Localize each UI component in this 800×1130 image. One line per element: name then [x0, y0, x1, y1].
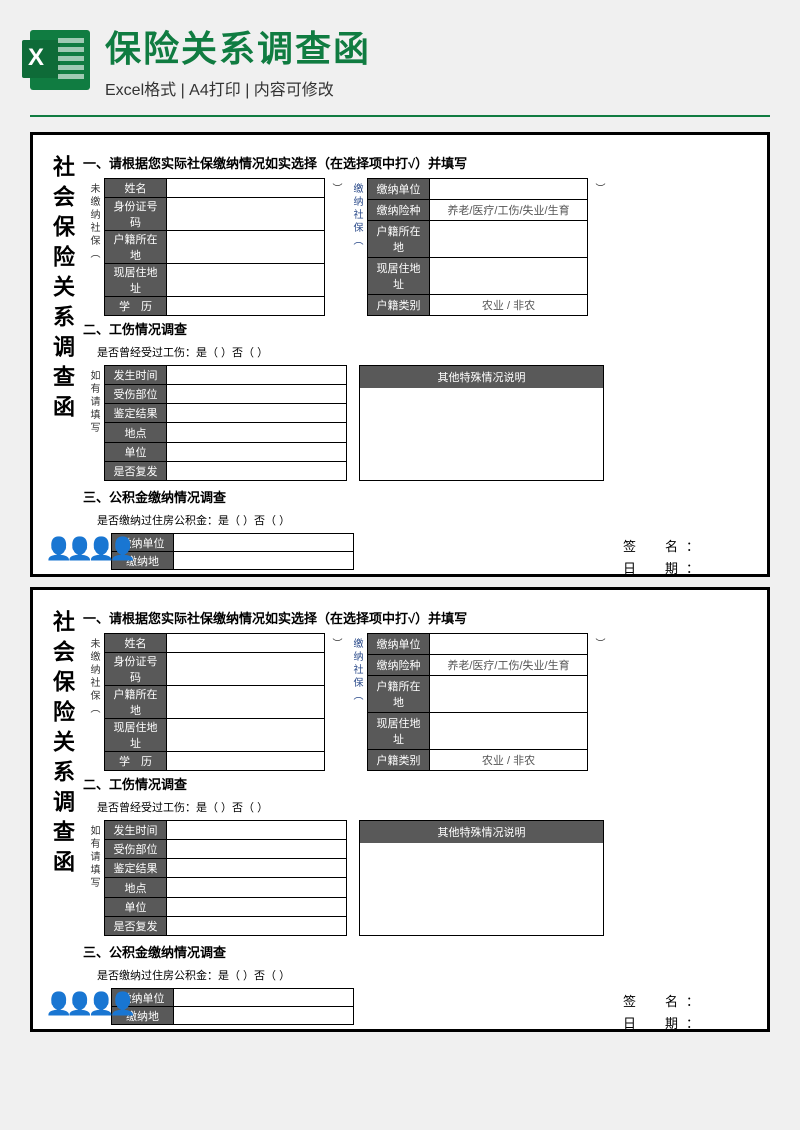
label-id: 身份证号码	[105, 198, 167, 231]
side-title: 社会保险关系调查函	[48, 605, 83, 1014]
input-addr[interactable]	[167, 264, 325, 297]
input-addr2[interactable]	[430, 258, 588, 295]
section3-question: 是否缴纳过住房公积金：是（ ）否（ ）	[97, 967, 747, 983]
sec3-table: 缴纳单位 缴纳地	[111, 988, 354, 1025]
section3-title: 三、公积金缴纳情况调查	[83, 942, 747, 961]
sec1-left-close: ）	[325, 178, 346, 316]
sec2-table: 发生时间 受伤部位 鉴定结果 地点 单位 是否复发	[104, 365, 347, 481]
input-name[interactable]	[167, 179, 325, 198]
excel-icon	[30, 30, 90, 90]
section3-title: 三、公积金缴纳情况调查	[83, 487, 747, 506]
input-id[interactable]	[167, 198, 325, 231]
input-recur[interactable]	[167, 461, 347, 480]
subtitle: Excel格式 | A4打印 | 内容可修改	[105, 76, 371, 100]
sec2-left-label: 如有请填写	[83, 820, 104, 936]
input-unit[interactable]	[430, 179, 588, 200]
sec3-table: 缴纳单位 缴纳地	[111, 533, 354, 570]
sec1-right-label: 缴纳社保（	[346, 178, 367, 316]
label-name: 姓名	[105, 179, 167, 198]
people-icon: 👤👤👤👤	[45, 536, 131, 562]
label-unit: 缴纳单位	[368, 179, 430, 200]
form-page-2: 社会保险关系调查函 一、请根据您实际社保缴纳情况如实选择（在选择项中打√）并填写…	[30, 587, 770, 1032]
label-cat: 户籍类别	[368, 294, 430, 315]
input-place[interactable]	[167, 423, 347, 442]
date-label: 日 期：	[623, 1013, 707, 1032]
sec2-left-label: 如有请填写	[83, 365, 104, 481]
label-place: 地点	[105, 423, 167, 442]
label-unit2: 单位	[105, 442, 167, 461]
label-type: 缴纳险种	[368, 200, 430, 221]
people-icon: 👤👤👤👤	[45, 991, 131, 1017]
sec1-left-close: ）	[325, 633, 346, 771]
sign-label: 签 名：	[623, 536, 707, 555]
section1-title: 一、请根据您实际社保缴纳情况如实选择（在选择项中打√）并填写	[83, 608, 747, 627]
sec1-right-table: 缴纳单位 缴纳险种养老/医疗/工伤/失业/生育 户籍所在地 现居住地址 户籍类别…	[367, 633, 588, 771]
other-body[interactable]	[360, 388, 603, 480]
input-gjj-unit[interactable]	[174, 534, 354, 552]
sec1-right-label: 缴纳社保（	[346, 633, 367, 771]
other-body[interactable]	[360, 843, 603, 935]
other-title: 其他特殊情况说明	[360, 821, 603, 843]
sec1-left-table: 姓名 身份证号码 户籍所在地 现居住地址 学 历	[104, 178, 325, 316]
label-addr: 现居住地址	[105, 264, 167, 297]
sec1-right-close: ）	[588, 633, 609, 771]
label-result: 鉴定结果	[105, 404, 167, 423]
sec1-left-label: 未缴纳社保（	[83, 633, 104, 771]
input-type[interactable]: 养老/医疗/工伤/失业/生育	[430, 200, 588, 221]
input-edu[interactable]	[167, 297, 325, 316]
sec1-right-close: ）	[588, 178, 609, 316]
input-huji2[interactable]	[430, 221, 588, 258]
section2-question: 是否曾经受过工伤：是（ ）否（ ）	[97, 344, 747, 360]
input-huji[interactable]	[167, 231, 325, 264]
side-title: 社会保险关系调查函	[48, 150, 83, 559]
input-part[interactable]	[167, 385, 347, 404]
other-title: 其他特殊情况说明	[360, 366, 603, 388]
main-title: 保险关系调查函	[105, 20, 371, 72]
label-edu: 学 历	[105, 297, 167, 316]
section2-title: 二、工伤情况调查	[83, 319, 747, 338]
other-box: 其他特殊情况说明	[359, 365, 604, 481]
section2-question: 是否曾经受过工伤：是（ ）否（ ）	[97, 799, 747, 815]
section1-title: 一、请根据您实际社保缴纳情况如实选择（在选择项中打√）并填写	[83, 153, 747, 172]
label-huji2: 户籍所在地	[368, 221, 430, 258]
sec1-right-table: 缴纳单位 缴纳险种养老/医疗/工伤/失业/生育 户籍所在地 现居住地址 户籍类别…	[367, 178, 588, 316]
sec2-table: 发生时间 受伤部位 鉴定结果 地点 单位 是否复发	[104, 820, 347, 936]
input-time[interactable]	[167, 366, 347, 385]
label-addr2: 现居住地址	[368, 258, 430, 295]
input-gjj-place[interactable]	[174, 552, 354, 570]
input-cat[interactable]: 农业 / 非农	[430, 294, 588, 315]
section3-question: 是否缴纳过住房公积金：是（ ）否（ ）	[97, 512, 747, 528]
label-part: 受伤部位	[105, 385, 167, 404]
input-unit2[interactable]	[167, 442, 347, 461]
header-divider	[30, 115, 770, 117]
label-recur: 是否复发	[105, 461, 167, 480]
section2-title: 二、工伤情况调查	[83, 774, 747, 793]
sec1-left-table: 姓名 身份证号码 户籍所在地 现居住地址 学 历	[104, 633, 325, 771]
label-time: 发生时间	[105, 366, 167, 385]
input-result[interactable]	[167, 404, 347, 423]
sign-label: 签 名：	[623, 991, 707, 1010]
date-label: 日 期：	[623, 558, 707, 577]
header: 保险关系调查函 Excel格式 | A4打印 | 内容可修改	[0, 0, 800, 110]
form-page-1: 社会保险关系调查函 一、请根据您实际社保缴纳情况如实选择（在选择项中打√）并填写…	[30, 132, 770, 577]
label-huji: 户籍所在地	[105, 231, 167, 264]
sec1-left-label: 未缴纳社保（	[83, 178, 104, 316]
other-box: 其他特殊情况说明	[359, 820, 604, 936]
